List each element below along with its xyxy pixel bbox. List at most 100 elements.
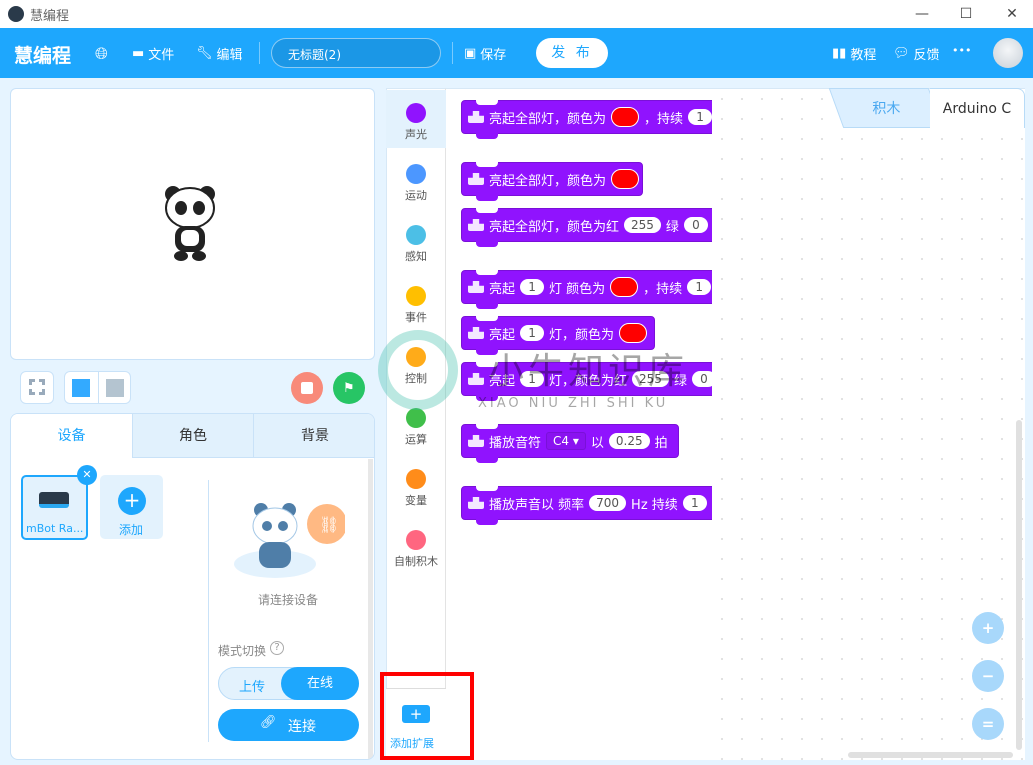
stop-button[interactable] (291, 372, 323, 404)
robot-icon (468, 497, 484, 509)
large-stage-icon[interactable] (72, 379, 90, 397)
green-flag-button[interactable]: ⚑ (333, 372, 365, 404)
block-light-all-duration[interactable]: 亮起全部灯，颜色为 ，持续 1 (461, 100, 712, 139)
top-toolbar: 慧编程 🌐︎ ▬ 文件 🔧︎ 编辑 无标题(2) ▣ 保存 发 布 ▮▮ 教程 💬︎ 反馈… (0, 28, 1033, 78)
remove-device-icon[interactable]: ✕ (77, 465, 97, 485)
beats-input[interactable]: 0.25 (608, 433, 650, 449)
stage[interactable] (10, 88, 375, 360)
divider (98, 372, 99, 403)
block-text: 亮起 (489, 373, 516, 389)
divider (452, 42, 453, 64)
red-input[interactable]: 255 (632, 371, 669, 387)
category-dot-icon (406, 164, 426, 184)
block-light-all[interactable]: 亮起全部灯，颜色为 (461, 162, 643, 201)
category-dot-icon (406, 225, 426, 245)
vertical-scrollbar[interactable] (1016, 420, 1022, 750)
zoom-reset-button[interactable]: = (972, 708, 1004, 740)
maximize-button[interactable]: ☐ (956, 4, 976, 24)
note-dropdown[interactable]: C4 ▾ (546, 432, 586, 450)
category-6[interactable]: 变量 (386, 469, 446, 508)
logo: 慧编程 (14, 45, 72, 67)
file-menu[interactable]: ▬ 文件 (132, 44, 174, 63)
frequency-input[interactable]: 700 (589, 495, 627, 511)
block-light-n-rgb[interactable]: 亮起 1 灯，颜色为红 255 绿 0 (461, 362, 712, 401)
category-3[interactable]: 事件 (386, 286, 446, 325)
category-0[interactable]: 声光 (386, 90, 446, 148)
highlight-box (380, 672, 474, 760)
publish-button[interactable]: 发 布 (536, 38, 608, 68)
color-picker[interactable] (619, 323, 648, 343)
block-light-n[interactable]: 亮起 1 灯，颜色为 (461, 316, 655, 355)
tab-sprites[interactable]: 角色 (132, 414, 253, 458)
robot-icon (468, 435, 484, 447)
block-palette: 亮起全部灯，颜色为 ，持续 1 亮起全部灯，颜色为 亮起全部灯，颜色为红 255 绿 0 … (446, 88, 712, 760)
edit-menu[interactable]: 🔧︎ 编辑 (196, 44, 243, 63)
category-label: 事件 (405, 311, 427, 324)
color-picker[interactable] (610, 277, 639, 297)
panda-sprite[interactable] (161, 184, 221, 264)
color-picker[interactable] (611, 107, 640, 127)
small-stage-icon[interactable] (106, 379, 124, 397)
block-light-n-duration[interactable]: 亮起 1 灯 颜色为 ，持续 1 (461, 270, 712, 309)
divider (259, 42, 260, 64)
category-label: 控制 (405, 372, 427, 385)
red-input[interactable]: 255 (624, 217, 661, 233)
panda-disconnected-illustration: ⛓ (234, 503, 345, 578)
scrollbar[interactable] (368, 459, 373, 759)
zoom-in-button[interactable]: + (972, 612, 1004, 644)
project-name-input[interactable]: 无标题(2) (271, 38, 441, 68)
green-input[interactable]: 0 (691, 371, 712, 387)
mode-switch: 上传 在线 (218, 667, 359, 700)
mode-upload[interactable]: 上传 (239, 676, 265, 695)
green-input[interactable]: 0 (683, 217, 708, 233)
tutorial-button[interactable]: ▮▮ 教程 (832, 44, 876, 63)
tab-backgrounds[interactable]: 背景 (253, 414, 374, 458)
help-icon[interactable]: ? (270, 641, 284, 655)
block-play-frequency[interactable]: 播放声音以 频率 700 Hz 持续 1 (461, 486, 712, 525)
duration-input[interactable]: 1 (687, 279, 712, 295)
category-5[interactable]: 运算 (386, 408, 446, 447)
minimize-button[interactable]: — (912, 4, 932, 24)
workspace-tabs: 积木 Arduino C (828, 88, 1025, 128)
avatar[interactable] (993, 38, 1023, 68)
horizontal-scrollbar[interactable] (848, 752, 1013, 758)
category-dot-icon (406, 286, 426, 306)
duration-input[interactable]: 1 (688, 109, 712, 125)
tab-devices[interactable]: 设备 (11, 414, 132, 458)
add-device-button[interactable]: + 添加 (100, 475, 163, 539)
category-label: 运动 (405, 189, 427, 202)
category-label: 运算 (405, 433, 427, 446)
mode-online[interactable]: 在线 (281, 667, 359, 700)
sprite-panel: 设备 角色 背景 mBot Ra... ✕ + 添加 ⛓ 请连接设备 模式切换 … (10, 413, 375, 760)
tutorial-label: 教程 (850, 48, 877, 63)
led-input[interactable]: 1 (520, 371, 545, 387)
category-1[interactable]: 运动 (386, 164, 446, 203)
robot-icon (468, 173, 484, 185)
close-button[interactable]: ✕ (1002, 4, 1022, 24)
save-button[interactable]: ▣ 保存 (464, 44, 506, 63)
zoom-out-button[interactable]: − (972, 660, 1004, 692)
tab-blocks[interactable]: 积木 (828, 88, 944, 128)
script-workspace[interactable] (712, 88, 1025, 760)
fullscreen-button[interactable] (20, 371, 54, 404)
feedback-button[interactable]: 💬︎ 反馈 (893, 44, 940, 63)
save-label: 保存 (480, 48, 507, 63)
led-input[interactable]: 1 (520, 325, 545, 341)
category-4[interactable]: 控制 (386, 347, 446, 386)
block-play-note[interactable]: 播放音符 C4 ▾ 以 0.25 拍 (461, 424, 679, 463)
tab-arduino[interactable]: Arduino C (930, 88, 1025, 128)
add-label: 添加 (119, 523, 144, 537)
category-7[interactable]: 自制积木 (386, 530, 446, 569)
category-dot-icon (406, 530, 426, 550)
led-input[interactable]: 1 (520, 279, 545, 295)
globe-icon[interactable]: 🌐︎ (95, 44, 108, 64)
more-button[interactable]: ••• (952, 44, 971, 57)
duration-input[interactable]: 1 (682, 495, 707, 511)
category-2[interactable]: 感知 (386, 225, 446, 264)
svg-text:⛓: ⛓ (319, 515, 339, 534)
device-card-mbot[interactable]: mBot Ra... (21, 475, 88, 540)
block-light-all-rgb[interactable]: 亮起全部灯，颜色为红 255 绿 0 (461, 208, 712, 247)
connect-button[interactable]: 🔗︎ 连接 (218, 709, 359, 741)
block-text: 亮起全部灯，颜色为 (489, 173, 607, 189)
color-picker[interactable] (611, 169, 640, 189)
